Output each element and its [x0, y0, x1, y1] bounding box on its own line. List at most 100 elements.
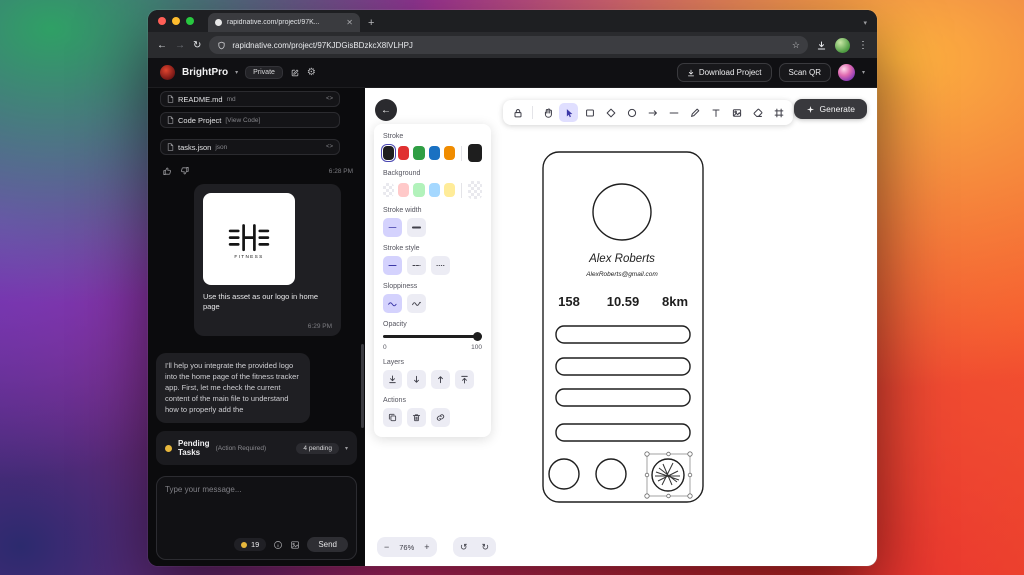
link-button[interactable]: [431, 408, 450, 427]
bg-color-pink[interactable]: [398, 183, 410, 197]
undo-button[interactable]: ↺: [453, 542, 475, 553]
privacy-badge[interactable]: Private: [245, 66, 283, 79]
project-chevron-down-icon[interactable]: ▾: [235, 69, 238, 76]
bring-forward-button[interactable]: [431, 370, 450, 389]
duplicate-button[interactable]: [383, 408, 402, 427]
tool-rectangle-button[interactable]: [580, 103, 599, 122]
phone-frame-shape[interactable]: [542, 151, 704, 503]
project-name[interactable]: BrightPro: [182, 67, 228, 78]
opacity-knob[interactable]: [473, 332, 482, 341]
bg-color-yellow[interactable]: [443, 183, 455, 197]
tool-image-button[interactable]: [727, 103, 746, 122]
zoom-out-button[interactable]: −: [377, 542, 396, 552]
tool-draw-button[interactable]: [685, 103, 704, 122]
minimize-window-button[interactable]: [172, 17, 180, 25]
tool-select-button[interactable]: [559, 103, 578, 122]
sidebar-scrollbar[interactable]: [361, 344, 364, 428]
wireframe-stat1-text[interactable]: 158: [558, 294, 580, 309]
tool-lock-button[interactable]: [508, 103, 527, 122]
info-icon[interactable]: [273, 540, 283, 550]
new-tab-button[interactable]: +: [368, 17, 374, 29]
canvas-back-button[interactable]: ←: [375, 99, 397, 121]
wireframe-drawing[interactable]: Alex Roberts AlexRoberts@gmail.com 158 1…: [525, 128, 725, 528]
download-project-button[interactable]: Download Project: [676, 63, 772, 82]
close-window-button[interactable]: [158, 17, 166, 25]
downloads-icon[interactable]: [816, 40, 827, 51]
file-row-readme[interactable]: README.md md <>: [160, 91, 340, 107]
stroke-color-orange[interactable]: [443, 146, 455, 160]
code-icon[interactable]: <>: [326, 96, 333, 102]
message-input[interactable]: [165, 485, 348, 525]
generate-button[interactable]: Generate: [793, 99, 867, 119]
zoom-window-button[interactable]: [186, 17, 194, 25]
scan-qr-button[interactable]: Scan QR: [778, 63, 831, 82]
tab-close-icon[interactable]: ✕: [346, 18, 353, 27]
list-bar-shape[interactable]: [555, 357, 691, 376]
browser-profile-avatar[interactable]: [835, 37, 850, 53]
send-backward-button[interactable]: [407, 370, 426, 389]
opacity-slider[interactable]: [383, 332, 482, 341]
thumbs-down-icon[interactable]: [180, 166, 190, 176]
bg-color-green[interactable]: [413, 183, 425, 197]
settings-gear-icon[interactable]: ⚙: [307, 67, 316, 78]
avatar-circle-shape[interactable]: [592, 183, 652, 241]
zoom-in-button[interactable]: +: [417, 542, 436, 552]
thumbs-up-icon[interactable]: [162, 166, 172, 176]
send-button[interactable]: Send: [307, 537, 348, 552]
tool-diamond-button[interactable]: [601, 103, 620, 122]
browser-menu-kebab-icon[interactable]: ⋮: [858, 40, 868, 51]
pending-tasks-bar[interactable]: Pending Tasks (Action Required) 4 pendin…: [156, 431, 357, 465]
stroke-width-thin-button[interactable]: [383, 218, 402, 237]
site-security-shield-icon[interactable]: [217, 41, 226, 50]
delete-button[interactable]: [407, 408, 426, 427]
asset-logo-tile[interactable]: FITNESS: [203, 193, 295, 285]
bottom-circle-shape[interactable]: [595, 458, 627, 490]
edit-project-icon[interactable]: [290, 68, 300, 78]
tool-hand-button[interactable]: [538, 103, 557, 122]
attach-image-icon[interactable]: [290, 540, 300, 550]
current-stroke-swatch[interactable]: [467, 144, 483, 162]
stroke-color-blue[interactable]: [428, 146, 440, 160]
bg-color-transparent[interactable]: [383, 183, 395, 197]
tab-search-chevron-icon[interactable]: ▾: [863, 19, 867, 27]
user-menu-chevron-icon[interactable]: ▾: [862, 69, 865, 76]
tool-ellipse-button[interactable]: [622, 103, 641, 122]
back-icon[interactable]: ←: [157, 40, 167, 51]
list-bar-shape[interactable]: [555, 423, 691, 442]
address-bar[interactable]: rapidnative.com/project/97KJDGisBDzkcX8l…: [209, 36, 808, 54]
wireframe-name-text[interactable]: Alex Roberts: [588, 253, 655, 265]
code-icon[interactable]: <>: [326, 144, 333, 150]
tool-arrow-button[interactable]: [643, 103, 662, 122]
opacity-track[interactable]: [383, 335, 482, 338]
wireframe-stat2-text[interactable]: 10.59: [607, 294, 640, 309]
reload-icon[interactable]: ↻: [193, 40, 201, 51]
bookmark-star-icon[interactable]: ☆: [792, 40, 800, 51]
forward-icon[interactable]: →: [175, 40, 185, 51]
pending-chevron-down-icon[interactable]: ▾: [345, 445, 348, 452]
view-code-link[interactable]: [View Code]: [225, 117, 260, 124]
stroke-style-dotted-button[interactable]: [431, 256, 450, 275]
stroke-color-red[interactable]: [398, 146, 410, 160]
redo-button[interactable]: ↻: [475, 542, 497, 553]
bring-to-front-button[interactable]: [455, 370, 474, 389]
user-avatar[interactable]: [837, 64, 855, 81]
tool-eraser-button[interactable]: [748, 103, 767, 122]
list-bar-shape[interactable]: [555, 388, 691, 407]
wireframe-stat3-text[interactable]: 8km: [662, 294, 688, 309]
file-row-code-project[interactable]: Code Project [View Code]: [160, 112, 340, 128]
sloppiness-artist-button[interactable]: [407, 294, 426, 313]
current-background-swatch[interactable]: [467, 181, 483, 199]
browser-tab[interactable]: rapidnative.com/project/97K... ✕: [208, 13, 360, 32]
tool-text-button[interactable]: [706, 103, 725, 122]
sloppiness-architect-button[interactable]: [383, 294, 402, 313]
send-to-back-button[interactable]: [383, 370, 402, 389]
stroke-width-bold-button[interactable]: [407, 218, 426, 237]
stroke-color-black[interactable]: [383, 146, 395, 160]
stroke-style-dashed-button[interactable]: [407, 256, 426, 275]
bg-color-blue[interactable]: [428, 183, 440, 197]
tool-line-button[interactable]: [664, 103, 683, 122]
list-bar-shape[interactable]: [555, 325, 691, 344]
tool-frame-button[interactable]: [769, 103, 788, 122]
bottom-circle-shape[interactable]: [548, 458, 580, 490]
zoom-level[interactable]: 76%: [396, 543, 417, 552]
